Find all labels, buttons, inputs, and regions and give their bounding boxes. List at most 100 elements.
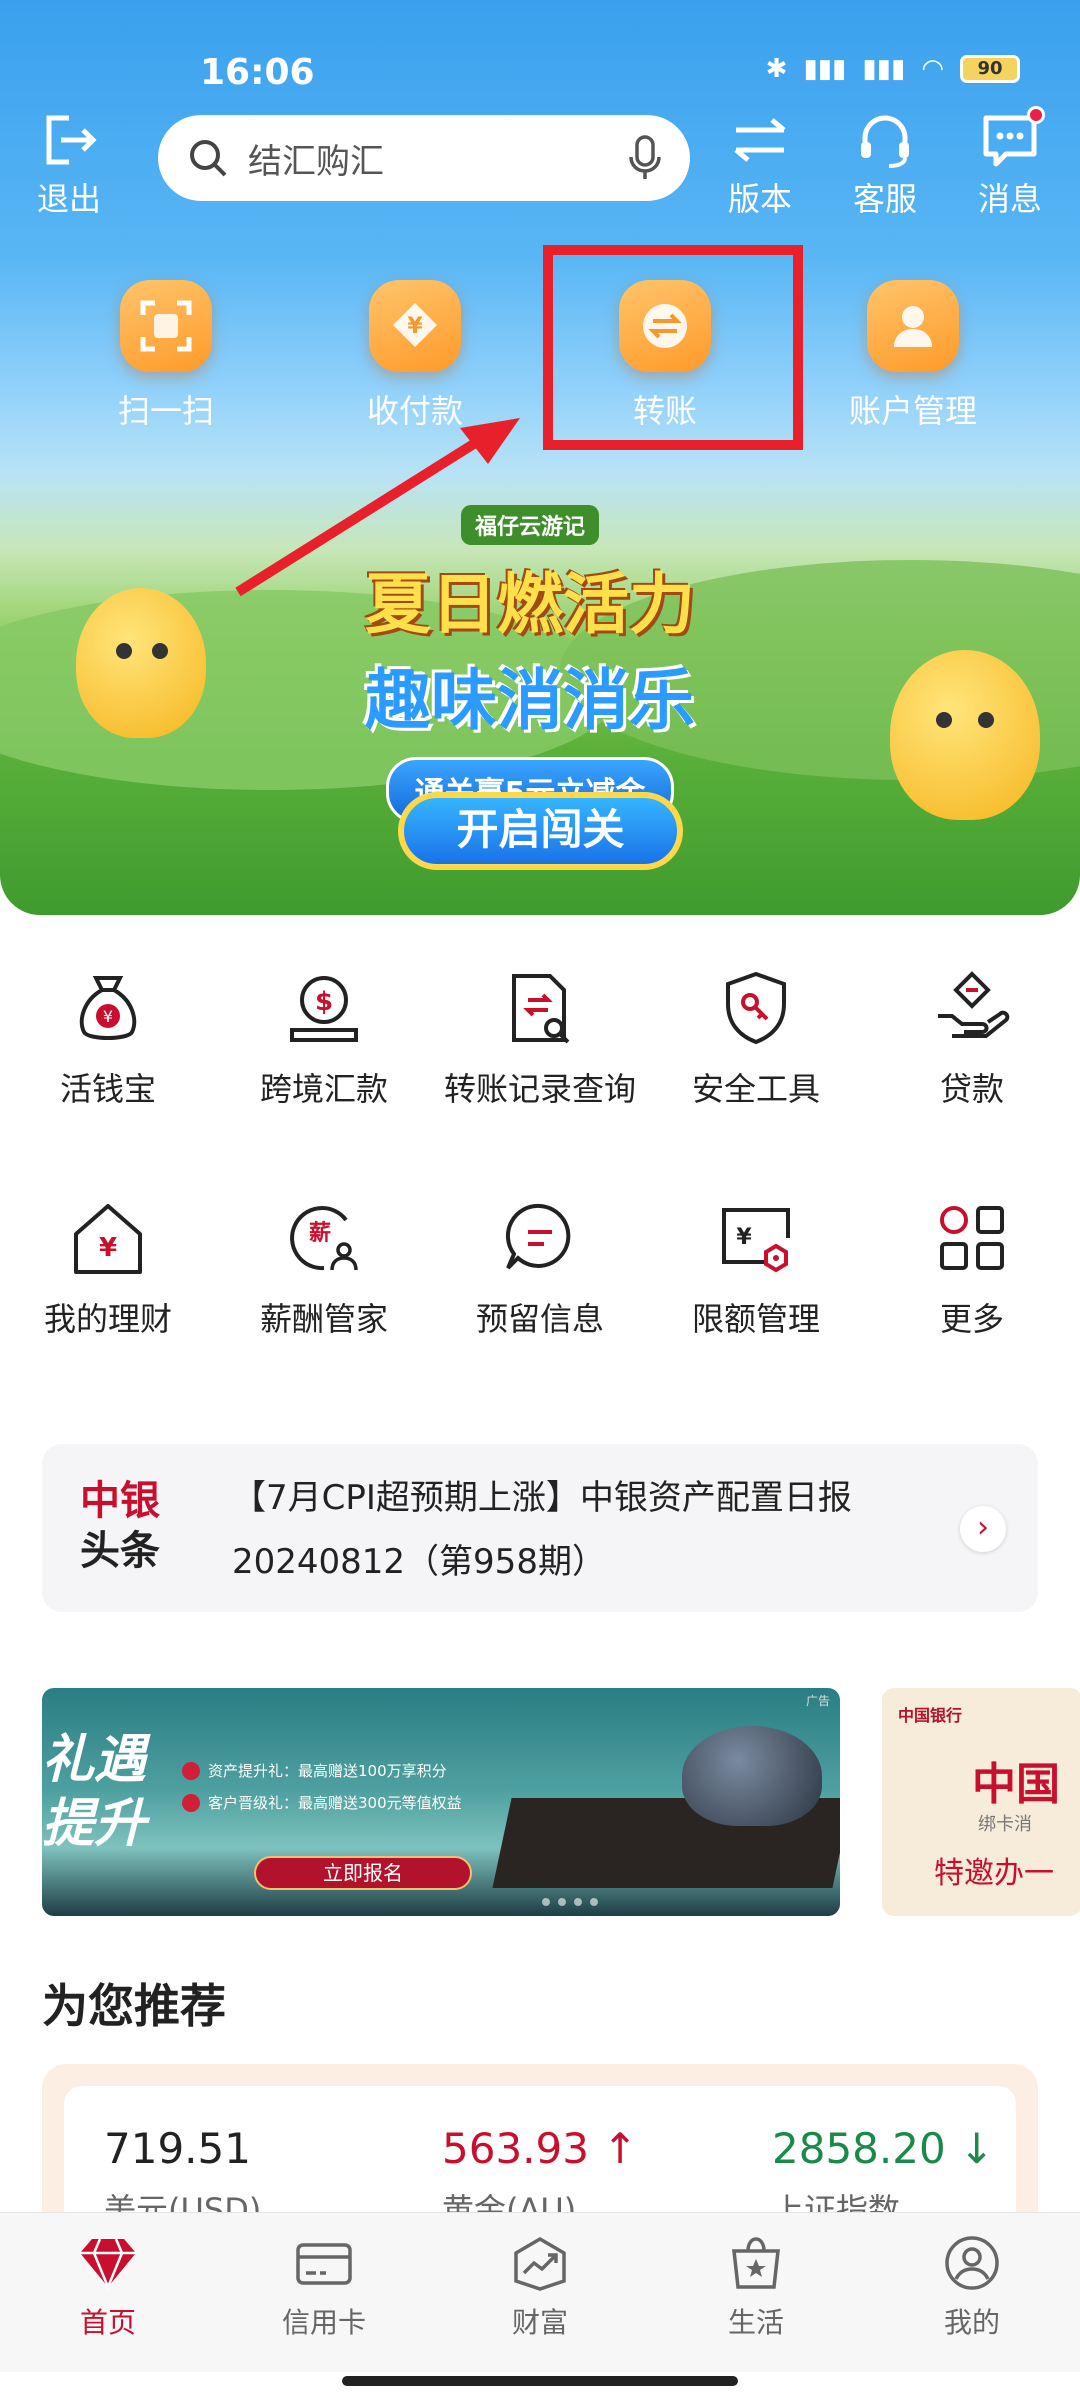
notification-dot bbox=[1027, 106, 1045, 124]
quick-action-scan[interactable]: 扫一扫 bbox=[81, 280, 251, 432]
ad1-headline: 礼遇 提升 bbox=[42, 1729, 147, 1854]
grid-item-security-tools[interactable]: 安全工具 bbox=[648, 970, 864, 1110]
profile-icon bbox=[945, 2236, 999, 2290]
ad-banner-1[interactable]: 礼遇 提升 资产提升礼：最高赠送100万享积分 客户晋级礼：最高赠送300元等值… bbox=[42, 1688, 840, 1916]
svg-text:¥: ¥ bbox=[103, 1007, 113, 1026]
wealth-chart-icon bbox=[514, 2236, 566, 2291]
ad2-subtext: 绑卡消 bbox=[978, 1814, 1032, 1835]
headset-icon bbox=[861, 115, 909, 168]
mascot-right bbox=[890, 650, 1040, 820]
diamond-home-icon bbox=[80, 2238, 136, 2291]
quick-action-label: 账户管理 bbox=[848, 392, 977, 430]
grid-item-more[interactable]: 更多 bbox=[864, 1200, 1080, 1340]
grid-item-transfer-record[interactable]: 转账记录查询 bbox=[432, 970, 648, 1110]
ad-banner-2[interactable]: 中国银行 中国 绑卡消 特邀办一 bbox=[882, 1688, 1080, 1916]
microphone-icon[interactable] bbox=[628, 135, 662, 181]
credit-card-icon bbox=[296, 2243, 352, 2285]
quick-actions: 扫一扫 ¥ 收付款 转账 账户管理 bbox=[0, 280, 1080, 450]
news-logo-line1: 中银 bbox=[80, 1478, 160, 1524]
nav-label: 首页 bbox=[79, 2306, 136, 2339]
system-icons: ✱ ▮▮▮ ▮▮▮ ◠ 90 bbox=[766, 54, 1020, 84]
banner-line2: 趣味消消乐 bbox=[365, 662, 695, 739]
scan-icon bbox=[120, 280, 212, 372]
messages-label: 消息 bbox=[977, 180, 1042, 218]
grid-item-limit[interactable]: ¥ 限额管理 bbox=[648, 1200, 864, 1340]
recommend-title: 为您推荐 bbox=[42, 1979, 226, 2033]
news-logo: 中银 头条 bbox=[80, 1476, 160, 1576]
grid-item-huoqianbao[interactable]: ¥ 活钱宝 bbox=[0, 970, 216, 1110]
grid-item-loan[interactable]: 贷款 bbox=[864, 970, 1080, 1110]
logout-button[interactable]: 退出 bbox=[14, 110, 124, 220]
chevron-right-icon[interactable]: › bbox=[960, 1506, 1006, 1552]
account-icon bbox=[867, 280, 959, 372]
carousel-dots bbox=[542, 1898, 598, 1906]
grid-item-my-wealth[interactable]: ¥ 我的理财 bbox=[0, 1200, 216, 1340]
shopping-bag-icon bbox=[732, 2237, 780, 2289]
customer-service-button[interactable]: 客服 bbox=[830, 110, 940, 220]
svg-text:¥: ¥ bbox=[99, 1233, 117, 1263]
svg-text:$: $ bbox=[315, 987, 333, 1017]
search-icon bbox=[190, 140, 227, 177]
grid-item-label: 预留信息 bbox=[475, 1300, 604, 1338]
ad2-logo: 中国银行 bbox=[898, 1706, 963, 1725]
news-text: 【7月CPI超预期上涨】中银资产配置日报20240812（第958期） bbox=[232, 1478, 852, 1582]
quick-action-label: 扫一扫 bbox=[117, 392, 214, 430]
grid-item-label: 我的理财 bbox=[43, 1300, 172, 1338]
grid-item-label: 贷款 bbox=[939, 1070, 1004, 1108]
highlight-box bbox=[543, 245, 803, 450]
chat-info-icon bbox=[506, 1203, 571, 1270]
status-bar: 16:06 ✱ ▮▮▮ ▮▮▮ ◠ 90 bbox=[0, 40, 1080, 110]
ad1-row1-text: 资产提升礼：最高赠送100万享积分 bbox=[208, 1762, 447, 1780]
search-input[interactable]: 结汇购汇 bbox=[158, 115, 690, 201]
search-placeholder: 结汇购汇 bbox=[248, 141, 384, 182]
banner-cta-button[interactable]: 开启闯关 bbox=[398, 792, 683, 870]
rate-value: 563.93 bbox=[442, 2124, 589, 2173]
more-grid-icon bbox=[940, 1206, 1004, 1270]
ad1-signup-button[interactable]: 立即报名 bbox=[254, 1856, 472, 1890]
shield-key-icon bbox=[726, 971, 786, 1045]
rate-value: 719.51 bbox=[104, 2124, 251, 2173]
salary-icon: 薪 bbox=[290, 1206, 358, 1271]
ad2-text: 特邀办一 bbox=[934, 1856, 1054, 1891]
nav-label: 信用卡 bbox=[281, 2306, 366, 2339]
ad1-row2-text: 客户晋级礼：最高赠送300元等值权益 bbox=[208, 1794, 462, 1812]
nav-credit-card[interactable]: 信用卡 bbox=[216, 2235, 432, 2341]
switch-arrows-icon bbox=[734, 118, 786, 162]
nav-label: 生活 bbox=[727, 2306, 784, 2339]
signal-icon: ▮▮▮ bbox=[803, 54, 847, 84]
grid-item-reserved-info[interactable]: 预留信息 bbox=[432, 1200, 648, 1340]
teapot-decoration bbox=[682, 1726, 822, 1826]
signal-icon: ▮▮▮ bbox=[862, 54, 906, 84]
rate-value: 2858.20 bbox=[772, 2124, 946, 2173]
nav-home[interactable]: 首页 bbox=[0, 2235, 216, 2341]
home-indicator[interactable] bbox=[342, 2376, 738, 2386]
grid-item-cross-border[interactable]: $ 跨境汇款 bbox=[216, 970, 432, 1110]
grid-item-label: 活钱宝 bbox=[59, 1070, 156, 1108]
ad1-row2: 客户晋级礼：最高赠送300元等值权益 bbox=[182, 1792, 462, 1813]
grid-item-label: 安全工具 bbox=[691, 1070, 820, 1108]
payment-icon: ¥ bbox=[369, 280, 461, 372]
grid-item-salary[interactable]: 薪 薪酬管家 bbox=[216, 1200, 432, 1340]
top-bar: 退出 结汇购汇 版本 客服 消息 bbox=[0, 106, 1080, 220]
hero-banner: 16:06 ✱ ▮▮▮ ▮▮▮ ◠ 90 退出 结汇购汇 版本 客服 消息 扫一… bbox=[0, 0, 1080, 915]
grid-item-label: 转账记录查询 bbox=[443, 1070, 636, 1108]
battery-indicator: 90 bbox=[960, 55, 1020, 83]
ad1-row1: 资产提升礼：最高赠送100万享积分 bbox=[182, 1760, 447, 1781]
money-bag-icon: ¥ bbox=[79, 976, 137, 1040]
banner-line1: 夏日燃活力 bbox=[365, 566, 695, 643]
ad-tag: 广告 bbox=[805, 1694, 830, 1708]
quick-action-account[interactable]: 账户管理 bbox=[828, 280, 998, 432]
logout-label: 退出 bbox=[36, 180, 101, 218]
grid-item-label: 薪酬管家 bbox=[259, 1300, 388, 1338]
messages-button[interactable]: 消息 bbox=[955, 106, 1065, 220]
banner-small-title: 福仔云游记 bbox=[460, 505, 599, 545]
nav-wealth[interactable]: 财富 bbox=[432, 2235, 648, 2341]
status-time: 16:06 bbox=[200, 52, 315, 93]
news-headline[interactable]: 中银 头条 【7月CPI超预期上涨】中银资产配置日报20240812（第958期… bbox=[42, 1444, 1038, 1612]
news-logo-line2: 头条 bbox=[80, 1528, 160, 1574]
nav-life[interactable]: 生活 bbox=[648, 2235, 864, 2341]
version-button[interactable]: 版本 bbox=[705, 110, 815, 220]
svg-text:¥: ¥ bbox=[407, 314, 423, 339]
nav-mine[interactable]: 我的 bbox=[864, 2235, 1080, 2341]
bluetooth-icon: ✱ bbox=[765, 54, 788, 84]
